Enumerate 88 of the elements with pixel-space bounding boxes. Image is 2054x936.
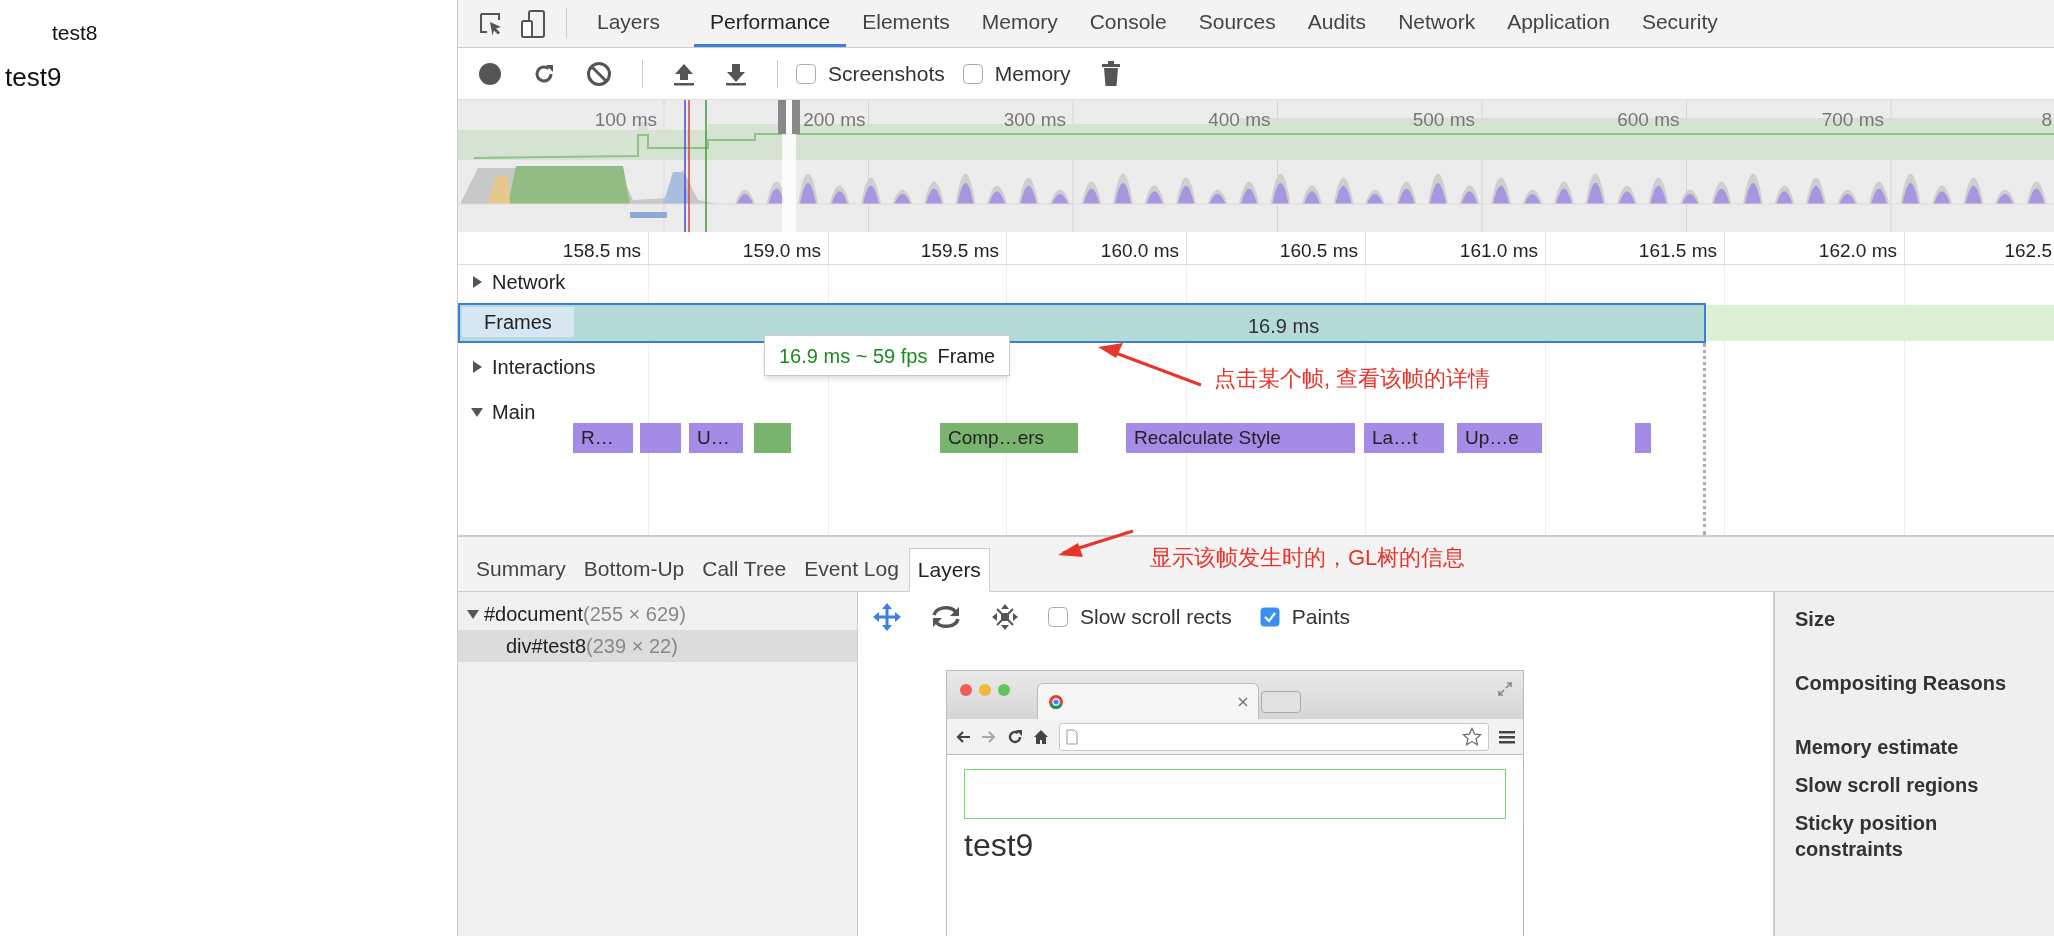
time-tick-label: 200 ms <box>803 108 866 132</box>
tooltip-label: Frame <box>937 343 996 369</box>
download-icon[interactable] <box>725 61 747 86</box>
panel-tab[interactable]: Network <box>1382 0 1492 47</box>
back-icon[interactable] <box>955 728 971 745</box>
checkbox[interactable] <box>1259 607 1280 627</box>
event-bar[interactable]: Comp…ers <box>940 423 1078 453</box>
details-tab[interactable]: Summary <box>468 547 574 591</box>
expand-triangle-icon[interactable] <box>470 360 484 374</box>
page-text: test8 <box>52 20 98 46</box>
trash-icon[interactable] <box>1100 60 1121 87</box>
panel-tab[interactable]: Console <box>1073 0 1183 47</box>
details-tab[interactable]: Bottom-Up <box>575 547 693 591</box>
track-label[interactable]: Network <box>492 267 566 297</box>
time-tick-label: 160.0 ms <box>1100 239 1179 263</box>
time-tick-label: 160.5 ms <box>1279 239 1358 263</box>
track-label: Frames <box>462 307 574 337</box>
panel-tab[interactable]: Layers <box>581 0 677 47</box>
annotation-text: 显示该帧发生时的，GL树的信息 <box>1150 544 1466 572</box>
panel-tab[interactable]: Elements <box>846 0 966 47</box>
time-tick-label: 600 ms <box>1617 108 1680 132</box>
device-toolbar-icon[interactable] <box>520 8 546 39</box>
detail-label: Memory estimate <box>1795 735 1960 760</box>
track-label[interactable]: Main <box>492 397 536 427</box>
time-tick-label: 161.0 ms <box>1459 239 1538 263</box>
time-tick-label: 8 <box>2041 108 2052 132</box>
checkbox-label: Screenshots <box>828 60 945 87</box>
clear-icon[interactable] <box>586 60 612 87</box>
checkbox[interactable] <box>796 63 816 84</box>
time-tick-label: 162.0 ms <box>1818 239 1897 263</box>
time-tick-label: 161.5 ms <box>1638 239 1717 263</box>
reload-icon[interactable] <box>1007 728 1023 745</box>
panel-tab[interactable]: Application <box>1491 0 1626 47</box>
layer-tree-item[interactable]: div#test8(239 × 22) <box>458 630 857 662</box>
panel-tab[interactable]: Security <box>1625 0 1734 47</box>
time-tick-label: 100 ms <box>594 108 657 132</box>
page-icon <box>1066 728 1078 745</box>
event-bar[interactable]: Recalculate Style <box>1126 423 1355 453</box>
expand-triangle-icon[interactable] <box>470 275 484 289</box>
details-tab[interactable]: Event Log <box>796 547 907 591</box>
details-tab[interactable]: Layers <box>908 548 990 592</box>
close-icon[interactable] <box>1238 696 1248 707</box>
page-text: test9 <box>964 826 1035 865</box>
event-bar[interactable]: R… <box>573 423 633 453</box>
checkbox-label: Slow scroll rects <box>1080 604 1232 631</box>
detail-label: Slow scroll regions <box>1795 773 1980 798</box>
page-text: test9 <box>5 61 62 94</box>
address-field[interactable] <box>1059 722 1489 751</box>
panel-tab[interactable]: Sources <box>1182 0 1292 47</box>
event-bar[interactable]: La…t <box>1364 423 1444 453</box>
details-tab[interactable]: Call Tree <box>694 547 795 591</box>
annotation-text: 点击某个帧, 查看该帧的详情 <box>1214 365 1491 393</box>
frame-bar[interactable] <box>458 303 1706 343</box>
time-tick-label: 162.5 <box>2004 239 2052 263</box>
detail-label: Sticky position constraints <box>1795 811 1939 862</box>
fullscreen-icon[interactable] <box>1497 681 1513 697</box>
checkbox[interactable] <box>1048 607 1068 627</box>
checkbox-label: Memory <box>994 60 1071 87</box>
time-tick-label: 500 ms <box>1412 108 1475 132</box>
detail-label: Compositing Reasons <box>1795 671 2008 696</box>
pan-mode-icon[interactable] <box>872 602 902 632</box>
time-tick-label: 300 ms <box>1003 108 1066 132</box>
collapse-triangle-icon[interactable] <box>470 405 484 419</box>
checkbox-label: Paints <box>1291 604 1351 631</box>
star-icon[interactable] <box>1462 726 1482 747</box>
time-tick-label: 400 ms <box>1208 108 1271 132</box>
panel-tab[interactable]: Memory <box>965 0 1074 47</box>
frame-duration: 16.9 ms <box>1248 314 1320 339</box>
track-label[interactable]: Interactions <box>492 352 596 382</box>
checkbox[interactable] <box>962 63 983 84</box>
detail-label: Size <box>1795 607 1837 632</box>
frame-timing: 16.9 ms ~ 59 fps <box>779 343 928 369</box>
menu-icon[interactable] <box>1499 729 1515 744</box>
time-tick-label: 159.5 ms <box>920 239 999 263</box>
panel-tab[interactable]: Audits <box>1291 0 1383 47</box>
browser-logo-icon <box>1048 693 1064 710</box>
window-controls-icon[interactable] <box>959 683 1013 697</box>
event-bar[interactable]: U… <box>689 423 743 453</box>
time-tick-label: 700 ms <box>1821 108 1884 132</box>
rotate-mode-icon[interactable] <box>930 603 962 631</box>
reset-transform-icon[interactable] <box>990 602 1020 632</box>
home-icon[interactable] <box>1033 728 1049 745</box>
time-tick-label: 159.0 ms <box>742 239 821 263</box>
record-icon[interactable] <box>478 61 502 86</box>
time-tick-label: 158.5 ms <box>562 239 641 263</box>
event-bar[interactable]: Up…e <box>1457 423 1542 453</box>
layer-tree-item[interactable]: #document(255 × 629) <box>458 598 857 630</box>
collapse-triangle-icon[interactable] <box>466 607 480 621</box>
